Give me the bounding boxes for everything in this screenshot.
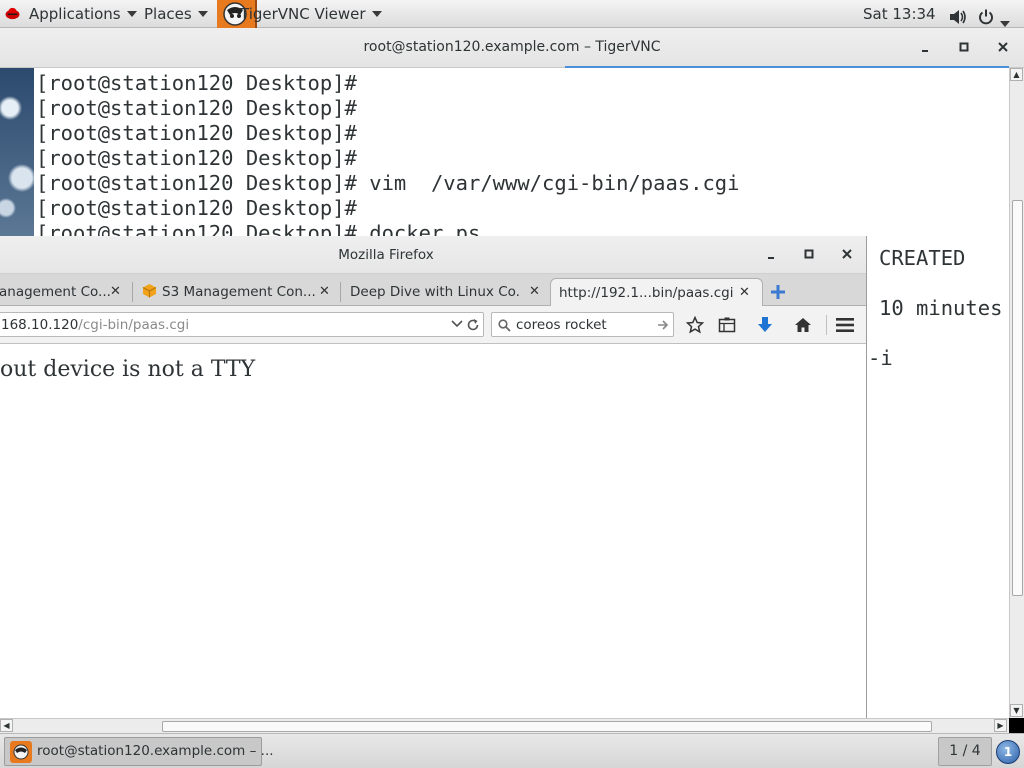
plus-icon xyxy=(771,285,785,299)
taskbar-window-label: root@station120.example.com – ... xyxy=(37,743,274,759)
bottom-panel: root@station120.example.com – ... 1 / 4 xyxy=(0,733,1024,768)
chevron-down-icon xyxy=(197,10,208,17)
redhat-icon xyxy=(5,7,20,20)
downloads-icon[interactable] xyxy=(755,315,775,335)
workspace-switcher[interactable]: 1 / 4 xyxy=(938,737,992,766)
terminal-line: [root@station120 Desktop]# xyxy=(36,196,357,220)
terminal-line: [root@station120 Desktop]# xyxy=(36,71,357,95)
chevron-down-icon xyxy=(126,10,137,17)
terminal-output-fragment: 10 minutes xyxy=(879,296,1003,320)
firefox-close-button[interactable] xyxy=(836,243,858,265)
tab-deep-dive-linux[interactable]: Deep Dive with Linux Co... xyxy=(342,278,520,306)
search-bar[interactable]: coreos rocket xyxy=(491,312,674,337)
vnc-horizontal-scrollbar[interactable]: ◀ ▶ xyxy=(0,718,1009,733)
volume-icon[interactable] xyxy=(949,6,967,24)
firefox-window[interactable]: Mozilla Firefox anagement Co... ✕ S3 Man… xyxy=(0,236,867,718)
search-input-value: coreos rocket xyxy=(516,317,607,333)
notification-badge[interactable]: 1 xyxy=(996,740,1020,764)
terminal-line: [root@station120 Desktop]# vim /var/www/… xyxy=(36,171,740,195)
vnc-window-titlebar[interactable]: root@station120.example.com – TigerVNC xyxy=(0,28,1024,68)
terminal-output-fragment: -i xyxy=(868,346,893,370)
bookmarks-menu-icon[interactable] xyxy=(717,315,737,335)
tab-close-icon[interactable]: ✕ xyxy=(529,278,540,306)
tab-close-icon[interactable]: ✕ xyxy=(319,278,330,306)
vnc-close-button[interactable] xyxy=(992,36,1014,58)
firefox-window-title: Mozilla Firefox xyxy=(338,247,434,263)
tab-close-icon[interactable]: ✕ xyxy=(739,279,750,306)
firefox-minimize-button[interactable] xyxy=(760,244,782,266)
reload-icon[interactable] xyxy=(465,317,481,333)
scroll-corner xyxy=(1009,718,1024,733)
vnc-window-title: root@station120.example.com – TigerVNC xyxy=(363,39,661,55)
firefox-page-content[interactable]: out device is not a TTY xyxy=(0,344,866,718)
places-menu[interactable]: Places xyxy=(144,0,208,28)
firefox-titlebar[interactable]: Mozilla Firefox xyxy=(0,236,866,274)
vertical-scroll-thumb[interactable] xyxy=(1012,200,1023,596)
tab-separator xyxy=(132,282,133,302)
firefox-tab-bar: anagement Co... ✕ S3 Management Con... ✕… xyxy=(0,274,866,306)
scroll-right-arrow-icon[interactable]: ▶ xyxy=(994,719,1007,732)
firefox-navigation-bar: 168.10.120/cgi-bin/paas.cgi coreos rocke… xyxy=(0,306,866,344)
tab-label: http://192.1...bin/paas.cgi xyxy=(559,285,734,301)
tab-label: S3 Management Con... xyxy=(162,284,316,300)
top-panel: Applications Places TigerVNC Viewer Sat … xyxy=(0,0,1024,28)
terminal-line: [root@station120 Desktop]# xyxy=(36,121,357,145)
clock[interactable]: Sat 13:34 xyxy=(863,0,936,28)
terminal-line: [root@station120 Desktop]# xyxy=(36,146,357,170)
new-tab-button[interactable] xyxy=(770,284,786,300)
url-host: 168.10.120 xyxy=(1,317,79,333)
applications-menu[interactable]: Applications xyxy=(29,0,137,28)
tab-label: Deep Dive with Linux Co... xyxy=(350,284,520,300)
scroll-down-arrow-icon[interactable]: ▼ xyxy=(1010,704,1023,717)
tab-label: anagement Co... xyxy=(0,284,111,300)
terminal-output-fragment: CREATED xyxy=(879,246,966,270)
tab-paas-cgi[interactable]: http://192.1...bin/paas.cgi ✕ xyxy=(550,278,763,306)
applications-menu-label: Applications xyxy=(29,5,121,23)
url-text: 168.10.120/cgi-bin/paas.cgi xyxy=(1,317,189,333)
vnc-maximize-button[interactable] xyxy=(953,36,975,58)
page-error-text: out device is not a TTY xyxy=(0,357,256,382)
vnc-vertical-scrollbar[interactable]: ▲ ▼ xyxy=(1009,68,1024,718)
scroll-left-arrow-icon[interactable]: ◀ xyxy=(0,719,13,732)
hamburger-menu-icon[interactable] xyxy=(835,315,855,335)
tab-close-icon[interactable]: ✕ xyxy=(110,278,121,306)
system-menu-chevron-icon[interactable] xyxy=(1000,10,1010,27)
places-menu-label: Places xyxy=(144,5,192,23)
firefox-maximize-button[interactable] xyxy=(798,243,820,265)
home-icon[interactable] xyxy=(793,315,813,335)
url-path: /cgi-bin/paas.cgi xyxy=(78,317,190,333)
tab-s3-management-console[interactable]: S3 Management Con... xyxy=(134,278,334,306)
power-icon[interactable] xyxy=(978,6,994,25)
chevron-down-icon xyxy=(371,10,382,17)
scroll-up-arrow-icon[interactable]: ▲ xyxy=(1010,68,1023,81)
terminal-line: [root@station120 Desktop]# xyxy=(36,96,357,120)
tigervnc-task-icon xyxy=(10,741,32,763)
search-icon xyxy=(496,317,512,333)
horizontal-scroll-thumb[interactable] xyxy=(162,721,932,732)
desktop-wallpaper xyxy=(0,68,34,238)
bookmark-star-icon[interactable] xyxy=(685,315,705,335)
vnc-minimize-button[interactable] xyxy=(914,37,936,59)
app-menu-label: TigerVNC Viewer xyxy=(240,5,366,23)
taskbar-window-button[interactable]: root@station120.example.com – ... xyxy=(4,737,274,766)
search-go-arrow-icon[interactable] xyxy=(655,317,671,333)
url-history-dropdown-icon[interactable] xyxy=(450,317,464,331)
url-bar[interactable]: 168.10.120/cgi-bin/paas.cgi xyxy=(0,312,484,337)
app-menu[interactable]: TigerVNC Viewer xyxy=(240,0,382,28)
aws-cube-icon xyxy=(142,284,157,298)
tab-separator xyxy=(340,282,341,302)
toolbar-separator xyxy=(826,315,827,335)
